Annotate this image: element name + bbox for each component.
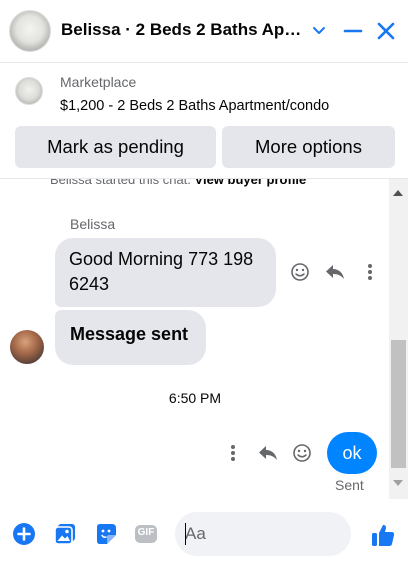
- gif-label: GIF: [137, 527, 155, 538]
- message-timestamp: 6:50 PM: [168, 390, 222, 406]
- message-bubble-outgoing[interactable]: ok: [327, 432, 377, 474]
- listing-avatar[interactable]: [9, 10, 51, 52]
- listing-title[interactable]: $1,200 - 2 Beds 2 Baths Apartment/condo: [60, 98, 329, 114]
- sticker-icon[interactable]: [94, 522, 118, 546]
- message-bubble-incoming[interactable]: Message sent: [55, 310, 206, 365]
- mark-as-pending-button[interactable]: Mark as pending: [15, 126, 216, 168]
- like-icon[interactable]: [369, 521, 397, 549]
- message-status: Sent: [335, 477, 364, 493]
- message-bubble-incoming[interactable]: Good Morning 773 198 6243: [55, 238, 276, 307]
- reply-icon[interactable]: [256, 441, 280, 465]
- scroll-up-arrow-icon[interactable]: [393, 190, 403, 196]
- minimize-icon[interactable]: [340, 17, 366, 45]
- add-icon[interactable]: [12, 522, 36, 546]
- listing-thumbnail[interactable]: [15, 77, 43, 105]
- started-text: Belissa started this chat.: [50, 179, 191, 187]
- react-emoji-icon[interactable]: [288, 260, 312, 284]
- chat-title[interactable]: Belissa · 2 Beds 2 Baths Apartment/condo: [61, 20, 306, 40]
- gif-icon[interactable]: GIF: [134, 522, 158, 546]
- avatar[interactable]: [10, 330, 44, 364]
- text-cursor: [185, 523, 186, 545]
- more-options-button[interactable]: More options: [222, 126, 395, 168]
- chat-header: Belissa · 2 Beds 2 Baths Apartment/condo: [0, 0, 408, 62]
- chevron-down-icon[interactable]: [306, 17, 332, 45]
- scrollbar-thumb[interactable]: [391, 340, 406, 468]
- message-input-wrapper[interactable]: [175, 512, 351, 556]
- react-emoji-icon[interactable]: [290, 441, 314, 465]
- message-list[interactable]: Belissa started this chat. View buyer pr…: [0, 179, 408, 499]
- message-input[interactable]: [185, 512, 315, 556]
- photo-icon[interactable]: [53, 522, 77, 546]
- sender-name: Belissa: [70, 216, 116, 232]
- header-divider: [0, 62, 408, 63]
- more-actions-icon[interactable]: [358, 260, 382, 284]
- chat-started-note: Belissa started this chat. View buyer pr…: [50, 179, 306, 187]
- marketplace-label: Marketplace: [60, 74, 137, 90]
- more-actions-icon[interactable]: [221, 441, 245, 465]
- scroll-down-arrow-icon[interactable]: [393, 480, 403, 486]
- reply-icon[interactable]: [323, 260, 347, 284]
- close-icon[interactable]: [373, 17, 399, 45]
- view-buyer-profile-link[interactable]: View buyer profile: [195, 179, 307, 187]
